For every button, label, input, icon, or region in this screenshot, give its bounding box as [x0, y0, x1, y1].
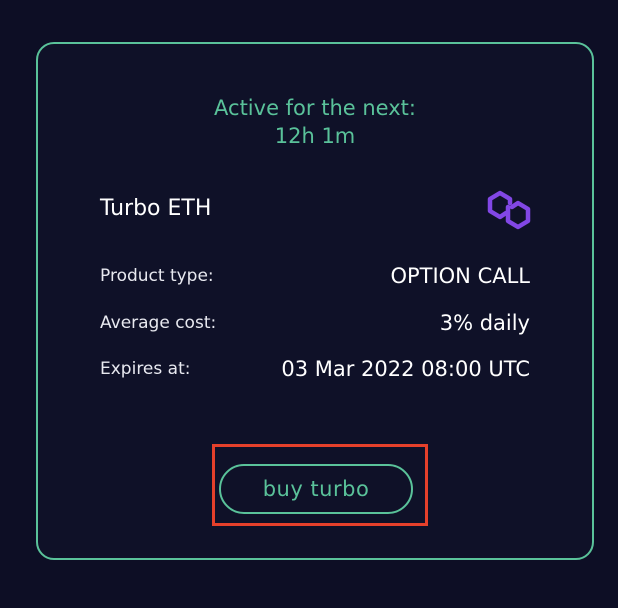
average-cost-value: 3% daily	[439, 311, 530, 335]
product-type-label: Product type:	[100, 266, 214, 286]
expires-at-value: 03 Mar 2022 08:00 UTC	[281, 357, 530, 381]
average-cost-label: Average cost:	[100, 313, 217, 333]
buy-turbo-button[interactable]: buy turbo	[219, 464, 413, 514]
product-type-value: OPTION CALL	[390, 264, 530, 288]
expires-at-label: Expires at:	[100, 359, 191, 379]
expires-at-row: Expires at: 03 Mar 2022 08:00 UTC	[100, 354, 530, 384]
product-type-row: Product type: OPTION CALL	[100, 261, 530, 291]
product-name: Turbo ETH	[100, 196, 212, 221]
polygon-icon	[484, 187, 534, 233]
active-for-label: Active for the next:	[214, 96, 416, 120]
average-cost-row: Average cost: 3% daily	[100, 308, 530, 338]
active-time-remaining: 12h 1m	[274, 124, 356, 148]
